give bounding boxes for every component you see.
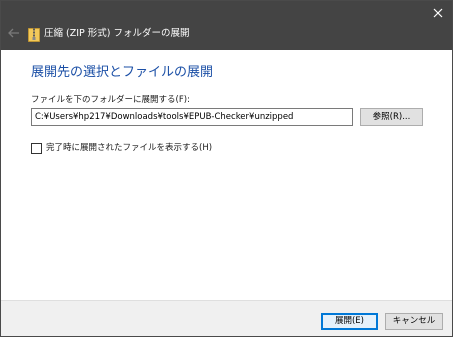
title-bar: 圧縮 (ZIP 形式) フォルダーの展開 — [1, 1, 452, 50]
zip-folder-icon — [28, 28, 40, 42]
back-arrow-icon[interactable] — [7, 25, 21, 41]
page-heading: 展開先の選択とファイルの展開 — [31, 65, 214, 80]
cancel-button[interactable]: キャンセル — [385, 313, 443, 330]
close-icon[interactable] — [426, 1, 450, 25]
destination-path-input[interactable]: C:¥Users¥hp217¥Downloads¥tools¥EPUB-Chec… — [31, 108, 353, 126]
destination-label: ファイルを下のフォルダーに展開する(F): — [31, 95, 190, 105]
show-files-checkbox[interactable] — [31, 143, 42, 154]
window-title: 圧縮 (ZIP 形式) フォルダーの展開 — [44, 28, 190, 39]
browse-button[interactable]: 参照(R)... — [360, 108, 423, 126]
show-files-label[interactable]: 完了時に展開されたファイルを表示する(H) — [46, 143, 212, 154]
extract-button[interactable]: 展開(E) — [321, 313, 378, 330]
extract-dialog-window: 圧縮 (ZIP 形式) フォルダーの展開 展開先の選択とファイルの展開 ファイル… — [0, 0, 453, 337]
